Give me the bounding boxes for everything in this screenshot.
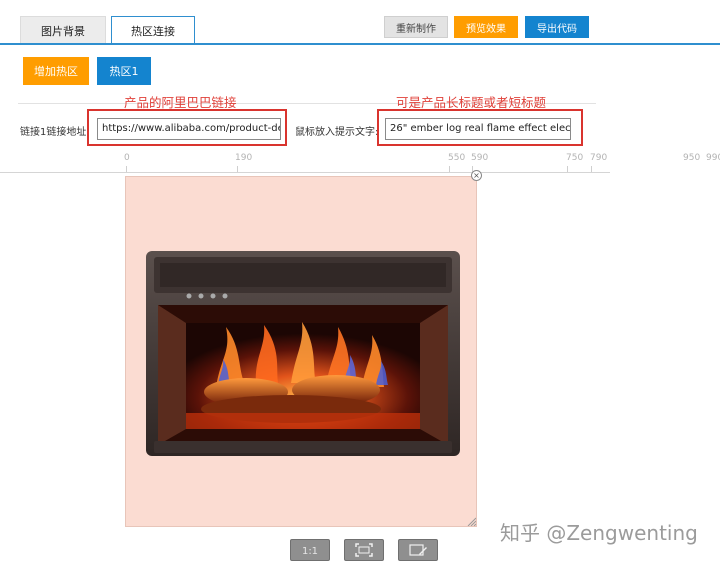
hotspot-1-button[interactable]: 热区1 xyxy=(97,57,151,85)
hotspot-1-label: 热区1 xyxy=(109,65,139,78)
fullscreen-button[interactable] xyxy=(344,539,384,561)
tab-label: 图片背景 xyxy=(41,24,85,38)
ruler-label: 0 xyxy=(124,153,130,163)
link-field-label: 链接1链接地址: xyxy=(20,127,90,138)
fullscreen-icon xyxy=(355,543,373,557)
svg-text:1:1: 1:1 xyxy=(302,546,318,557)
watermark: 知乎 @Zengwenting xyxy=(500,521,698,545)
ruler-label: 750 xyxy=(566,153,584,163)
ruler-label: 590 xyxy=(471,153,489,163)
link-url-input[interactable]: https://www.alibaba.com/product-detail/2… xyxy=(97,118,281,140)
tabs-underline xyxy=(0,43,720,45)
add-hotspot-button[interactable]: 增加热区 xyxy=(23,57,89,85)
ruler-label: 990 xyxy=(706,153,720,163)
ruler-label: 790 xyxy=(590,153,608,163)
remake-button[interactable]: 重新制作 xyxy=(384,16,448,38)
hotspot-canvas[interactable] xyxy=(125,176,477,527)
fit-size-button[interactable]: 1:1 xyxy=(290,539,330,561)
preview-button[interactable]: 预览效果 xyxy=(454,16,518,38)
close-icon[interactable]: × xyxy=(471,170,482,181)
fit-icon: 1:1 xyxy=(302,546,318,557)
ruler-label: 190 xyxy=(235,153,253,163)
ruler-label: 550 xyxy=(448,153,466,163)
ruler-label: 950 xyxy=(683,153,701,163)
export-label: 导出代码 xyxy=(537,23,577,35)
edit-icon xyxy=(409,544,427,556)
tooltip-text-input[interactable]: 26" ember log real flame effect electric… xyxy=(385,118,571,140)
export-code-button[interactable]: 导出代码 xyxy=(525,16,589,38)
tooltip-field-label: 鼠标放入提示文字: xyxy=(295,127,379,138)
tab-hotspot-link[interactable]: 热区连接 xyxy=(111,16,195,45)
tab-label: 热区连接 xyxy=(131,25,175,38)
fireplace-image xyxy=(146,251,460,456)
preview-label: 预览效果 xyxy=(466,23,506,35)
edit-button[interactable] xyxy=(398,539,438,561)
remake-label: 重新制作 xyxy=(396,23,436,35)
tab-image-background[interactable]: 图片背景 xyxy=(20,16,106,44)
ruler-baseline xyxy=(0,172,610,173)
resize-handle-icon[interactable] xyxy=(466,516,476,526)
add-hotspot-label: 增加热区 xyxy=(34,65,78,78)
